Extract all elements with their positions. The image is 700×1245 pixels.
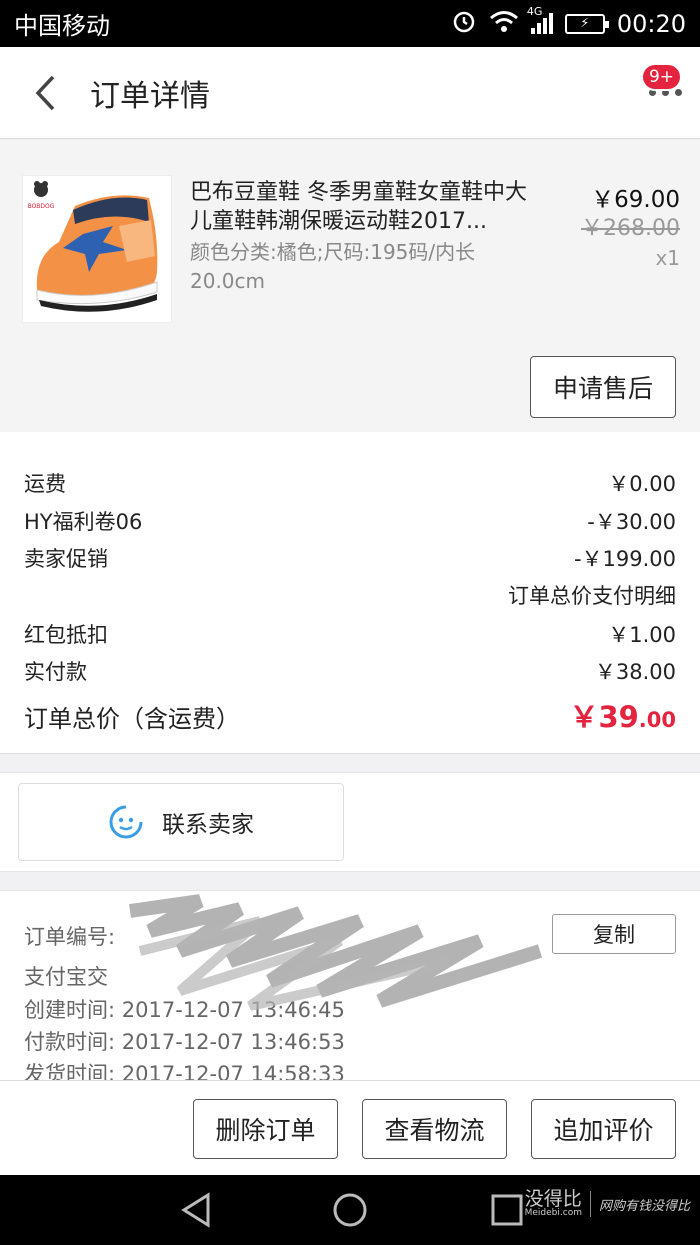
watermark-domain: Meidebi.com xyxy=(524,1208,582,1218)
recent-apps-icon[interactable] xyxy=(490,1193,524,1231)
product-card[interactable]: BOBDOG 巴布豆童鞋 冬季男童鞋女童鞋中大儿童鞋韩潮保暖运动鞋2017...… xyxy=(0,140,700,432)
battery-icon: ⚡ xyxy=(564,13,609,34)
status-bar: 中国移动 4G ⚡ 00:20 xyxy=(0,0,700,47)
fee-value: ￥38.00 xyxy=(594,660,676,684)
order-info: 订单编号: 支付宝交 创建时间: 2017-12-07 13:46:45 付款时… xyxy=(0,890,700,1080)
fee-label: 卖家促销 xyxy=(24,547,108,571)
fee-label: 红包抵扣 xyxy=(24,623,108,647)
contact-seller-button[interactable]: 联系卖家 xyxy=(18,783,344,861)
shipped-value: 2017-12-07 14:58:33 xyxy=(121,1062,345,1080)
more-menu-button[interactable]: 9+ xyxy=(630,47,700,139)
product-image[interactable]: BOBDOG xyxy=(22,175,172,323)
watermark-slogan: 网购有钱没得比 xyxy=(598,1198,690,1214)
notification-badge: 9+ xyxy=(640,62,682,91)
fee-row-total: 订单总价（含运费） ￥39.00 xyxy=(24,694,676,736)
fee-row-coupon: HY福利卷06 -￥30.00 xyxy=(24,506,676,536)
shipped-label: 发货时间: xyxy=(24,1062,116,1080)
delete-order-button[interactable]: 删除订单 xyxy=(193,1099,338,1159)
svg-text:BOBDOG: BOBDOG xyxy=(28,203,55,210)
watermark: 没得比 Meidebi.com 网购有钱没得比 xyxy=(525,1190,690,1218)
shipped-time: 发货时间: 2017-12-07 14:58:33 xyxy=(24,1058,345,1080)
total-value: ￥39.00 xyxy=(569,694,676,736)
created-label: 创建时间: xyxy=(24,998,116,1022)
fee-row-promotion: 卖家促销 -￥199.00 xyxy=(24,543,676,573)
product-price: ￥69.00 xyxy=(591,187,680,213)
paid-time: 付款时间: 2017-12-07 13:46:53 xyxy=(24,1026,345,1056)
alipay-trade-number: 支付宝交 xyxy=(24,961,108,991)
fee-label: 运费 xyxy=(24,472,66,496)
fee-label: HY福利卷06 xyxy=(24,510,143,534)
paid-value: 2017-12-07 13:46:53 xyxy=(121,1030,345,1054)
total-value-cents: .00 xyxy=(638,708,676,732)
copy-button[interactable]: 复制 xyxy=(552,914,676,954)
chat-face-icon xyxy=(109,805,143,839)
product-quantity: x1 xyxy=(655,246,680,270)
fee-row-shipping: 运费 ￥0.00 xyxy=(24,468,676,498)
redaction-scribble xyxy=(129,894,543,1011)
header-bar: 订单详情 9+ xyxy=(0,47,700,139)
contact-section: 联系卖家 xyxy=(0,772,700,872)
paid-label: 付款时间: xyxy=(24,1030,116,1054)
fee-row-red-packet: 红包抵扣 ￥1.00 xyxy=(24,619,676,649)
product-original-price: ￥268.00 xyxy=(581,216,680,241)
action-bar: 删除订单 查看物流 追加评价 xyxy=(0,1080,700,1175)
alarm-icon xyxy=(451,8,477,40)
order-number: 订单编号: xyxy=(24,921,115,951)
total-label: 订单总价（含运费） xyxy=(24,705,240,733)
fee-value: ￥1.00 xyxy=(608,623,676,647)
back-triangle-icon[interactable] xyxy=(180,1192,212,1232)
fee-value: ￥0.00 xyxy=(608,472,676,496)
network-type: 4G xyxy=(526,5,543,18)
watermark-brand: 没得比 xyxy=(524,1188,582,1210)
total-value-main: ￥39 xyxy=(569,700,639,734)
chevron-left-icon xyxy=(35,75,55,110)
after-sale-button[interactable]: 申请售后 xyxy=(530,356,676,418)
fee-row-paid: 实付款 ￥38.00 xyxy=(24,656,676,686)
product-title[interactable]: 巴布豆童鞋 冬季男童鞋女童鞋中大儿童鞋韩潮保暖运动鞋2017... xyxy=(190,178,530,236)
alipay-label: 支付宝交 xyxy=(24,965,108,989)
price-breakdown: 运费 ￥0.00 HY福利卷06 -￥30.00 卖家促销 -￥199.00 订… xyxy=(0,432,700,754)
carrier-name: 中国移动 xyxy=(14,12,110,40)
back-button[interactable] xyxy=(0,47,90,139)
page-title: 订单详情 xyxy=(90,78,210,114)
fee-label: 实付款 xyxy=(24,660,87,684)
fee-value: -￥199.00 xyxy=(573,547,676,571)
bobdog-logo: BOBDOG xyxy=(28,181,55,210)
view-logistics-button[interactable]: 查看物流 xyxy=(362,1099,507,1159)
order-number-label: 订单编号: xyxy=(24,925,116,949)
payment-detail-link[interactable]: 订单总价支付明细 xyxy=(508,580,676,610)
contact-seller-label: 联系卖家 xyxy=(162,812,254,838)
add-review-button[interactable]: 追加评价 xyxy=(531,1099,676,1159)
home-circle-icon[interactable] xyxy=(332,1192,368,1232)
clock-time: 00:20 xyxy=(616,9,686,38)
fee-row-payment-detail[interactable]: 订单总价支付明细 xyxy=(24,580,676,610)
signal-icon: 4G xyxy=(527,5,553,34)
fee-value: -￥30.00 xyxy=(587,510,676,534)
wifi-icon xyxy=(489,9,519,39)
product-sku: 颜色分类:橘色;尺码:195码/内长20.0cm xyxy=(190,240,476,293)
